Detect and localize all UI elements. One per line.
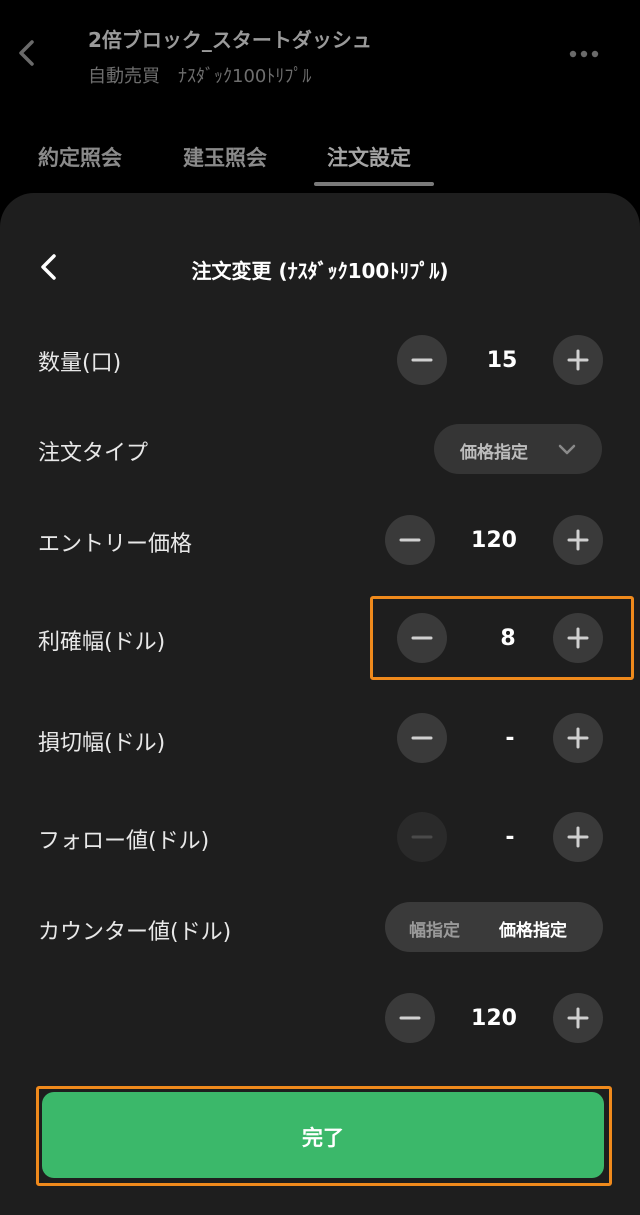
tab-positions[interactable]: 建玉照会 xyxy=(183,142,267,172)
strategy-subtitle: 自動売買 ﾅｽﾀﾞｯｸ100ﾄﾘﾌﾟﾙ xyxy=(88,66,312,87)
plus-icon xyxy=(567,727,589,749)
done-button[interactable]: 完了 xyxy=(42,1092,604,1178)
chevron-down-icon xyxy=(558,444,576,455)
back-arrow-icon[interactable] xyxy=(14,38,38,68)
entry-price-value: 120 xyxy=(471,528,517,553)
order-type-selected: 価格指定 xyxy=(460,443,528,463)
take-profit-increase-button[interactable] xyxy=(553,613,603,663)
tab-order-settings[interactable]: 注文設定 xyxy=(327,142,411,172)
minus-icon xyxy=(399,1016,421,1020)
take-profit-decrease-button[interactable] xyxy=(397,613,447,663)
quantity-label: 数量(口) xyxy=(38,351,122,376)
entry-price-decrease-button[interactable] xyxy=(385,515,435,565)
stop-loss-decrease-button[interactable] xyxy=(397,713,447,763)
strategy-title: 2倍ブロック_スタートダッシュ xyxy=(88,28,372,52)
entry-price-increase-button[interactable] xyxy=(553,515,603,565)
take-profit-label: 利確幅(ドル) xyxy=(38,630,166,655)
tab-executions[interactable]: 約定照会 xyxy=(38,142,122,172)
tab-bar: 約定照会 建玉照会 注文設定 xyxy=(0,130,640,190)
minus-icon xyxy=(399,538,421,542)
stop-loss-increase-button[interactable] xyxy=(553,713,603,763)
minus-icon xyxy=(411,835,433,839)
counter-increase-button[interactable] xyxy=(553,993,603,1043)
quantity-decrease-button[interactable] xyxy=(397,335,447,385)
entry-price-label: エントリー価格 xyxy=(38,532,193,557)
active-tab-indicator xyxy=(314,182,434,186)
follow-decrease-button[interactable] xyxy=(397,812,447,862)
counter-label: カウンター値(ドル) xyxy=(38,920,232,945)
minus-icon xyxy=(411,358,433,362)
stop-loss-label: 損切幅(ドル) xyxy=(38,731,166,756)
counter-mode-price-option[interactable]: 価格指定 xyxy=(499,916,567,941)
counter-mode-width-option[interactable]: 幅指定 xyxy=(409,916,460,941)
order-type-dropdown[interactable]: 価格指定 xyxy=(434,424,602,474)
order-type-label: 注文タイプ xyxy=(38,441,149,466)
follow-label: フォロー値(ドル) xyxy=(38,829,210,854)
take-profit-value: 8 xyxy=(500,626,516,651)
quantity-value: 15 xyxy=(486,348,518,373)
follow-increase-button[interactable] xyxy=(553,812,603,862)
plus-icon xyxy=(567,1007,589,1029)
screen-header: 2倍ブロック_スタートダッシュ 自動売買 ﾅｽﾀﾞｯｸ100ﾄﾘﾌﾟﾙ 約定照会… xyxy=(0,0,640,195)
quantity-increase-button[interactable] xyxy=(553,335,603,385)
counter-value: 120 xyxy=(471,1006,517,1031)
follow-value: - xyxy=(505,825,515,850)
stop-loss-value: - xyxy=(505,726,515,751)
plus-icon xyxy=(567,627,589,649)
counter-decrease-button[interactable] xyxy=(385,993,435,1043)
counter-mode-segment: 幅指定 価格指定 xyxy=(385,902,603,952)
minus-icon xyxy=(411,736,433,740)
plus-icon xyxy=(567,826,589,848)
plus-icon xyxy=(567,349,589,371)
plus-icon xyxy=(567,529,589,551)
more-options-icon[interactable] xyxy=(568,44,600,64)
order-change-sheet: 注文変更 (ﾅｽﾀﾞｯｸ100ﾄﾘﾌﾟﾙ) 数量(口) 15 注文タイプ 価格指… xyxy=(0,193,640,1215)
sheet-title: 注文変更 (ﾅｽﾀﾞｯｸ100ﾄﾘﾌﾟﾙ) xyxy=(191,259,449,283)
minus-icon xyxy=(411,636,433,640)
done-button-label: 完了 xyxy=(302,1126,344,1150)
